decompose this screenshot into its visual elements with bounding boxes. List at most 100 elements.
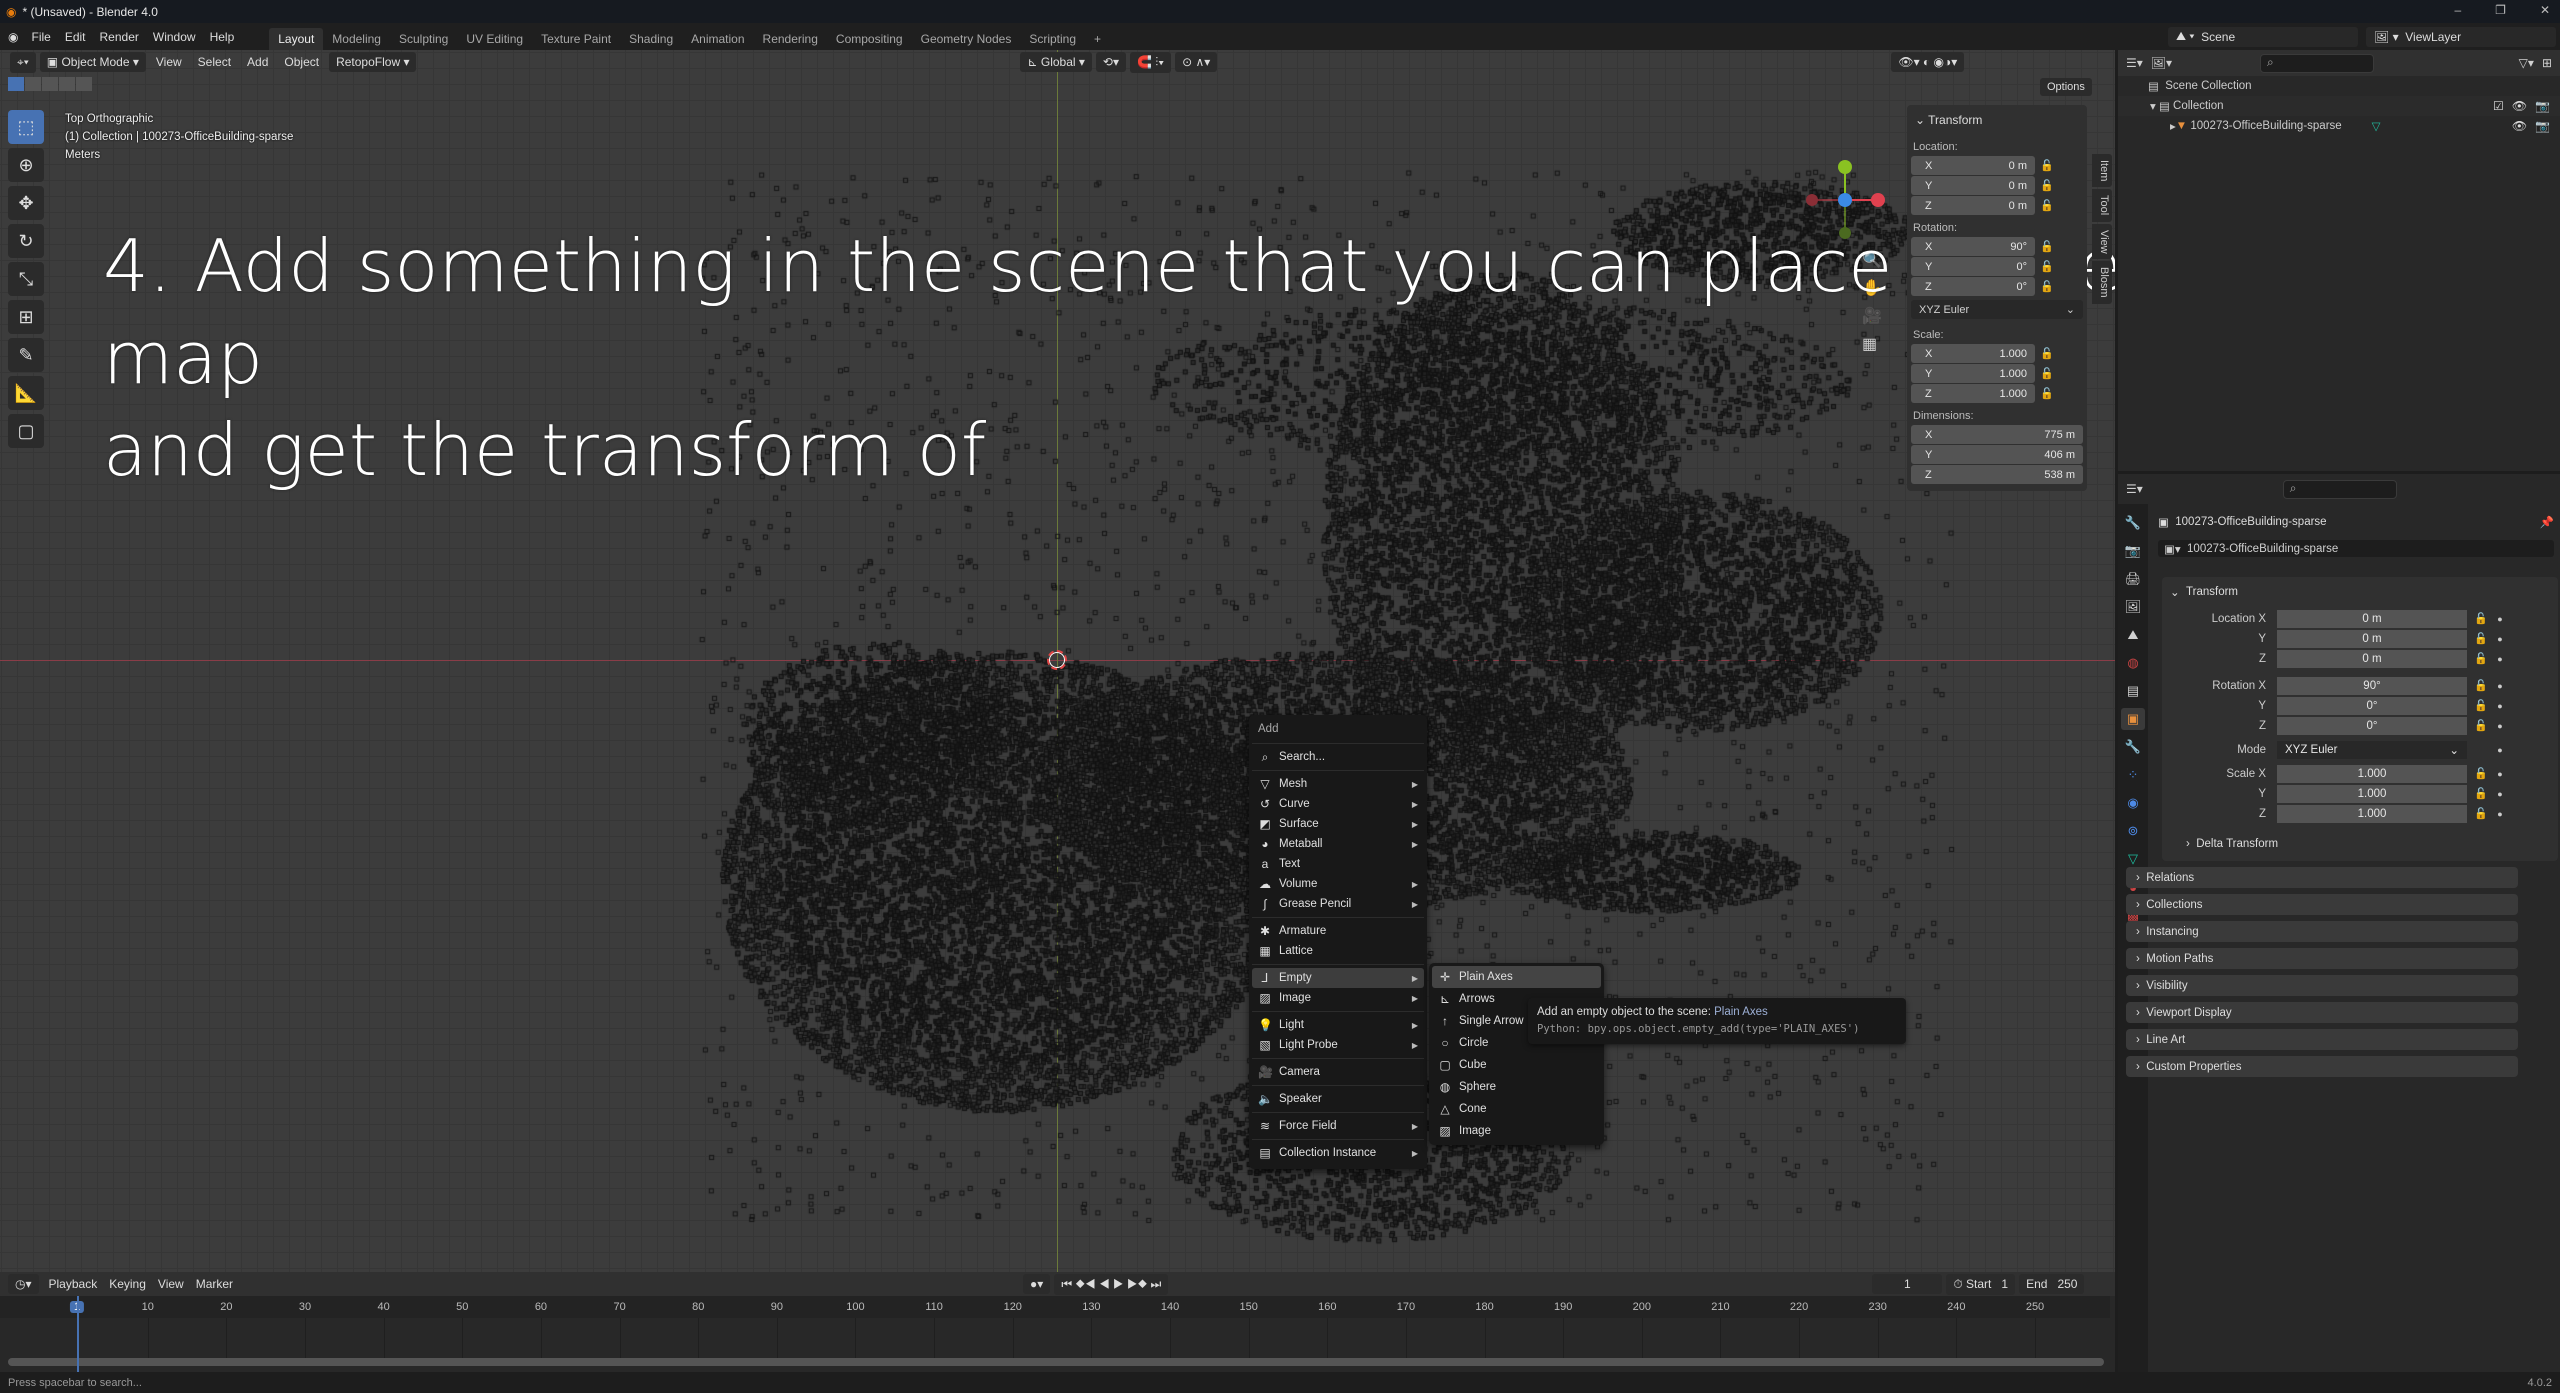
pin-icon[interactable]: 📌 — [2540, 515, 2554, 529]
sidebar-tab-tool[interactable]: Tool — [2092, 189, 2112, 222]
rotation-mode-dropdown[interactable]: XYZ Euler ⌄ — [1911, 300, 2083, 319]
rotate-tool[interactable]: ↻ — [8, 224, 44, 258]
lock-icon[interactable]: 🔓 — [2467, 807, 2495, 820]
empty-item-plain-axes[interactable]: ✛ Plain Axes — [1432, 966, 1601, 988]
add-menu-item-lattice[interactable]: ▦ Lattice — [1252, 941, 1424, 961]
end-frame-field[interactable]: End 250 — [2019, 1274, 2085, 1294]
location-x-field[interactable]: 0 m — [2277, 609, 2467, 628]
dimensions-z-field[interactable]: Z 538 m — [1911, 465, 2083, 484]
lock-icon[interactable]: 🔓 — [2039, 260, 2055, 273]
keyframe-toggle[interactable]: ●▾ — [1023, 1274, 1051, 1294]
select-box-tool[interactable]: ⬚ — [8, 110, 44, 144]
tool-tab-icon[interactable]: 🔧 — [2121, 512, 2145, 534]
filter-icon[interactable]: ▽▾ — [2519, 56, 2534, 70]
scale-z-field[interactable]: Z 1.000 — [1911, 384, 2035, 403]
lock-icon[interactable]: 🔓 — [2039, 367, 2055, 380]
empty-item-cube[interactable]: ▢ Cube — [1432, 1054, 1601, 1076]
workspace-tab-shading[interactable]: Shading — [620, 28, 682, 50]
timeline-menu-playback[interactable]: Playback — [43, 1274, 104, 1294]
add-cube-tool[interactable]: ▢ — [8, 414, 44, 448]
timeline-menu-view[interactable]: View — [152, 1274, 190, 1294]
add-menu-item-empty[interactable]: ⅃ Empty ▶ — [1252, 968, 1424, 988]
dimensions-x-field[interactable]: X 775 m — [1911, 425, 2083, 444]
add-menu-item-armature[interactable]: ✱ Armature — [1252, 921, 1424, 941]
section-line-art[interactable]: › Line Art — [2126, 1029, 2518, 1050]
empty-item-cone[interactable]: △ Cone — [1432, 1098, 1601, 1120]
add-menu-item-volume[interactable]: ☁ Volume ▶ — [1252, 874, 1424, 894]
empty-item-image[interactable]: ▨ Image — [1432, 1120, 1601, 1142]
scale-x-field[interactable]: X 1.000 — [1911, 344, 2035, 363]
scene-selector[interactable]: ⛰ ▾ Scene — [2168, 26, 2358, 47]
workspace-tab-animation[interactable]: Animation — [682, 28, 753, 50]
select-mode-buttons[interactable] — [8, 77, 92, 91]
measure-tool[interactable]: 📐 — [8, 376, 44, 410]
annotate-tool[interactable]: ✎ — [8, 338, 44, 372]
mesh-data-icon[interactable]: ▽ — [2372, 119, 2381, 133]
outliner-row-collection[interactable]: ▾ ▤ Collection ☑ 👁 📷 — [2118, 96, 2560, 116]
object-name-field[interactable]: ▣▾ 100273-OfficeBuilding-sparse — [2158, 540, 2554, 557]
lock-icon[interactable]: 🔓 — [2467, 679, 2495, 692]
timeline-menu-keying[interactable]: Keying — [103, 1274, 152, 1294]
outliner-search[interactable]: ⌕ — [2260, 53, 2375, 73]
current-frame-field[interactable]: 1 — [1872, 1274, 1943, 1294]
transform-tool[interactable]: ⊞ — [8, 300, 44, 334]
lock-icon[interactable]: 🔓 — [2039, 387, 2055, 400]
minimize-button[interactable]: – — [2454, 3, 2461, 17]
lock-icon[interactable]: 🔓 — [2467, 612, 2495, 625]
outliner-row-scene-collection[interactable]: ▤ Scene Collection — [2118, 76, 2560, 96]
keyframe-dot-icon[interactable]: ● — [2495, 614, 2505, 624]
z-field[interactable]: 1.000 — [2277, 804, 2467, 823]
section-motion-paths[interactable]: › Motion Paths — [2126, 948, 2518, 969]
keyframe-dot-icon[interactable]: ● — [2495, 769, 2505, 779]
location-y-field[interactable]: Y0 m — [1911, 176, 2035, 195]
display-mode-icon[interactable]: ☰▾ — [2126, 56, 2143, 70]
rotation-x-field[interactable]: X 90° — [1911, 237, 2035, 256]
checkbox-icon[interactable]: ☑ — [2493, 99, 2504, 113]
lock-icon[interactable]: 🔓 — [2467, 787, 2495, 800]
3d-cursor-icon[interactable] — [1047, 650, 1067, 670]
blender-menu-icon[interactable]: ◉ — [8, 30, 24, 44]
camera-icon[interactable]: 📷 — [2535, 119, 2550, 133]
keyframe-dot-icon[interactable]: ● — [2495, 701, 2505, 711]
frame-ruler[interactable]: 1102030405060708090100110120130140150160… — [0, 1296, 2110, 1318]
section-instancing[interactable]: › Instancing — [2126, 921, 2518, 942]
rotation-z-field[interactable]: Z 0° — [1911, 277, 2035, 296]
camera-icon[interactable]: 📷 — [2535, 99, 2550, 113]
y-field[interactable]: 0° — [2277, 696, 2467, 715]
playhead[interactable] — [77, 1296, 79, 1372]
section-custom-properties[interactable]: › Custom Properties — [2126, 1056, 2518, 1077]
view-layer-selector[interactable]: 🖼 ▾ ViewLayer — [2366, 26, 2556, 47]
select-menu[interactable]: Select — [192, 52, 237, 72]
mode-dropdown[interactable]: ▣ Object Mode ▾ — [39, 52, 146, 72]
dimensions-y-field[interactable]: Y 406 m — [1911, 445, 2083, 464]
new-collection-icon[interactable]: ⊞ — [2542, 56, 2552, 70]
workspace-tab-sculpting[interactable]: Sculpting — [390, 28, 457, 50]
lock-icon[interactable]: 🔓 — [2039, 159, 2055, 172]
add-menu-item-camera[interactable]: 🎥 Camera — [1252, 1062, 1424, 1082]
menu-edit[interactable]: Edit — [58, 30, 93, 44]
add-menu-item-speaker[interactable]: 🔈 Speaker — [1252, 1089, 1424, 1109]
scale-tool[interactable]: ⤡ — [8, 262, 44, 296]
rotation-y-field[interactable]: Y 0° — [1911, 257, 2035, 276]
orientation-dropdown[interactable]: ⊾ Global ▾ — [1020, 52, 1092, 72]
pivot-dropdown[interactable]: ⟲▾ — [1095, 52, 1126, 72]
workspace-tab-uv-editing[interactable]: UV Editing — [457, 28, 532, 50]
lock-icon[interactable]: 🔓 — [2039, 347, 2055, 360]
scale-y-field[interactable]: Y 1.000 — [1911, 364, 2035, 383]
render-tab-icon[interactable]: 📷 — [2121, 540, 2145, 562]
location-x-field[interactable]: X0 m — [1911, 156, 2035, 175]
section-visibility[interactable]: › Visibility — [2126, 975, 2518, 996]
rotation-mode-dropdown[interactable]: XYZ Euler ⌄ — [2277, 740, 2467, 759]
add-menu-item-search[interactable]: ⌕ Search... — [1252, 747, 1424, 767]
editor-type-button[interactable]: ⌖▾ — [10, 51, 36, 73]
y-field[interactable]: 1.000 — [2277, 784, 2467, 803]
menu-window[interactable]: Window — [146, 30, 203, 44]
move-tool[interactable]: ✥ — [8, 186, 44, 220]
add-menu-item-light[interactable]: 💡 Light ▶ — [1252, 1015, 1424, 1035]
lock-icon[interactable]: 🔓 — [2039, 199, 2055, 212]
keyframe-dot-icon[interactable]: ● — [2495, 809, 2505, 819]
sidebar-tab-view[interactable]: View — [2092, 223, 2112, 260]
lock-icon[interactable]: 🔓 — [2039, 280, 2055, 293]
proportional-edit-toggle[interactable]: ⊙ ∧▾ — [1175, 52, 1218, 72]
transform-section-header[interactable]: ⌄ Transform — [2162, 581, 2558, 603]
